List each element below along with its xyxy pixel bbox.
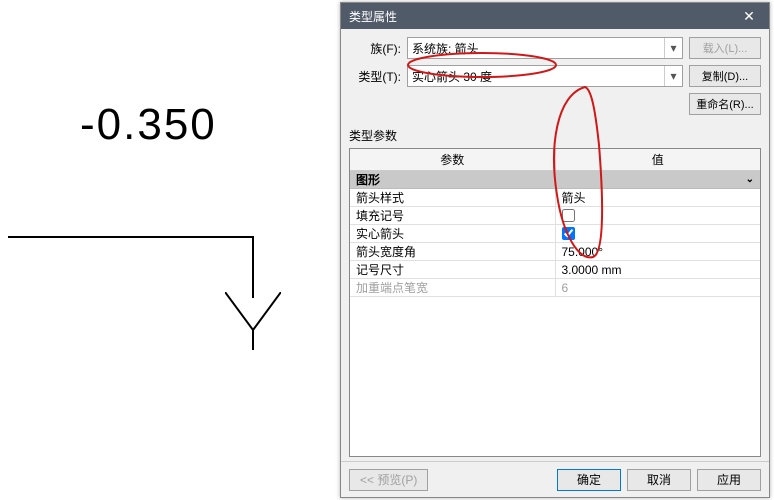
group-label: 图形 [356, 171, 380, 188]
family-label: 族(F): [349, 40, 401, 57]
chevron-down-icon: ▾ [664, 38, 682, 58]
leader-vertical [252, 236, 254, 298]
drawing-canvas: -0.350 [0, 0, 340, 500]
table-row[interactable]: 箭头宽度角 75.000° [350, 243, 760, 261]
param-label: 实心箭头 [350, 225, 556, 242]
checkbox-fill-mark[interactable] [562, 209, 575, 222]
col-header-value: 值 [556, 149, 761, 170]
table-row[interactable]: 箭头样式 箭头 [350, 189, 760, 207]
dialog-footer: << 预览(P) 确定 取消 应用 [341, 461, 769, 497]
table-row[interactable]: 记号尺寸 3.0000 mm [350, 261, 760, 279]
param-value[interactable] [556, 225, 761, 242]
type-parameters-label: 类型参数 [349, 127, 761, 144]
param-label: 填充记号 [350, 207, 556, 224]
checkbox-solid-arrow[interactable] [562, 227, 575, 240]
param-label: 加重端点笔宽 [350, 279, 556, 296]
family-row: 族(F): 系统族: 箭头 ▾ 载入(L)... [349, 37, 761, 59]
type-properties-dialog: 类型属性 ✕ 族(F): 系统族: 箭头 ▾ 载入(L)... 类型(T): 实… [340, 2, 770, 498]
close-button[interactable]: ✕ [729, 3, 769, 29]
preview-button[interactable]: << 预览(P) [349, 469, 428, 491]
arrowhead-icon [225, 292, 281, 350]
chevron-down-icon: ▾ [664, 66, 682, 86]
leader-horizontal [8, 236, 254, 238]
type-label: 类型(T): [349, 68, 401, 85]
param-label: 箭头样式 [350, 189, 556, 206]
ok-button[interactable]: 确定 [557, 469, 621, 491]
table-row: 加重端点笔宽 6 [350, 279, 760, 297]
cancel-button[interactable]: 取消 [627, 469, 691, 491]
param-value: 6 [556, 279, 761, 296]
duplicate-button[interactable]: 复制(D)... [689, 65, 761, 87]
type-select[interactable]: 实心箭头 30 度 ▾ [407, 65, 683, 87]
dialog-body: 族(F): 系统族: 箭头 ▾ 载入(L)... 类型(T): 实心箭头 30 … [341, 29, 769, 461]
param-value[interactable]: 箭头 [556, 189, 761, 206]
close-icon: ✕ [743, 8, 755, 25]
table-row[interactable]: 实心箭头 [350, 225, 760, 243]
apply-button[interactable]: 应用 [697, 469, 761, 491]
table-header: 参数 值 [350, 149, 760, 171]
family-value: 系统族: 箭头 [412, 40, 479, 57]
titlebar: 类型属性 ✕ [341, 3, 769, 29]
param-value[interactable] [556, 207, 761, 224]
param-value[interactable]: 3.0000 mm [556, 261, 761, 278]
col-header-param: 参数 [350, 149, 556, 170]
rename-button[interactable]: 重命名(R)... [689, 93, 761, 115]
table-row[interactable]: 填充记号 [350, 207, 760, 225]
table-empty-area [350, 297, 760, 456]
type-row: 类型(T): 实心箭头 30 度 ▾ 复制(D)... [349, 65, 761, 87]
group-graphics[interactable]: 图形 ⌄ [350, 171, 760, 189]
load-button[interactable]: 载入(L)... [689, 37, 761, 59]
param-value[interactable]: 75.000° [556, 243, 761, 260]
param-label: 箭头宽度角 [350, 243, 556, 260]
rename-row: 重命名(R)... [349, 93, 761, 115]
annotation-value: -0.350 [80, 100, 217, 150]
param-label: 记号尺寸 [350, 261, 556, 278]
family-select[interactable]: 系统族: 箭头 ▾ [407, 37, 683, 59]
dialog-title: 类型属性 [349, 8, 397, 25]
expand-icon: ⌄ [746, 174, 754, 185]
type-value: 实心箭头 30 度 [412, 68, 492, 85]
parameters-table: 参数 值 图形 ⌄ 箭头样式 箭头 填充记号 实心箭头 箭头宽度角 75.00 [349, 148, 761, 457]
